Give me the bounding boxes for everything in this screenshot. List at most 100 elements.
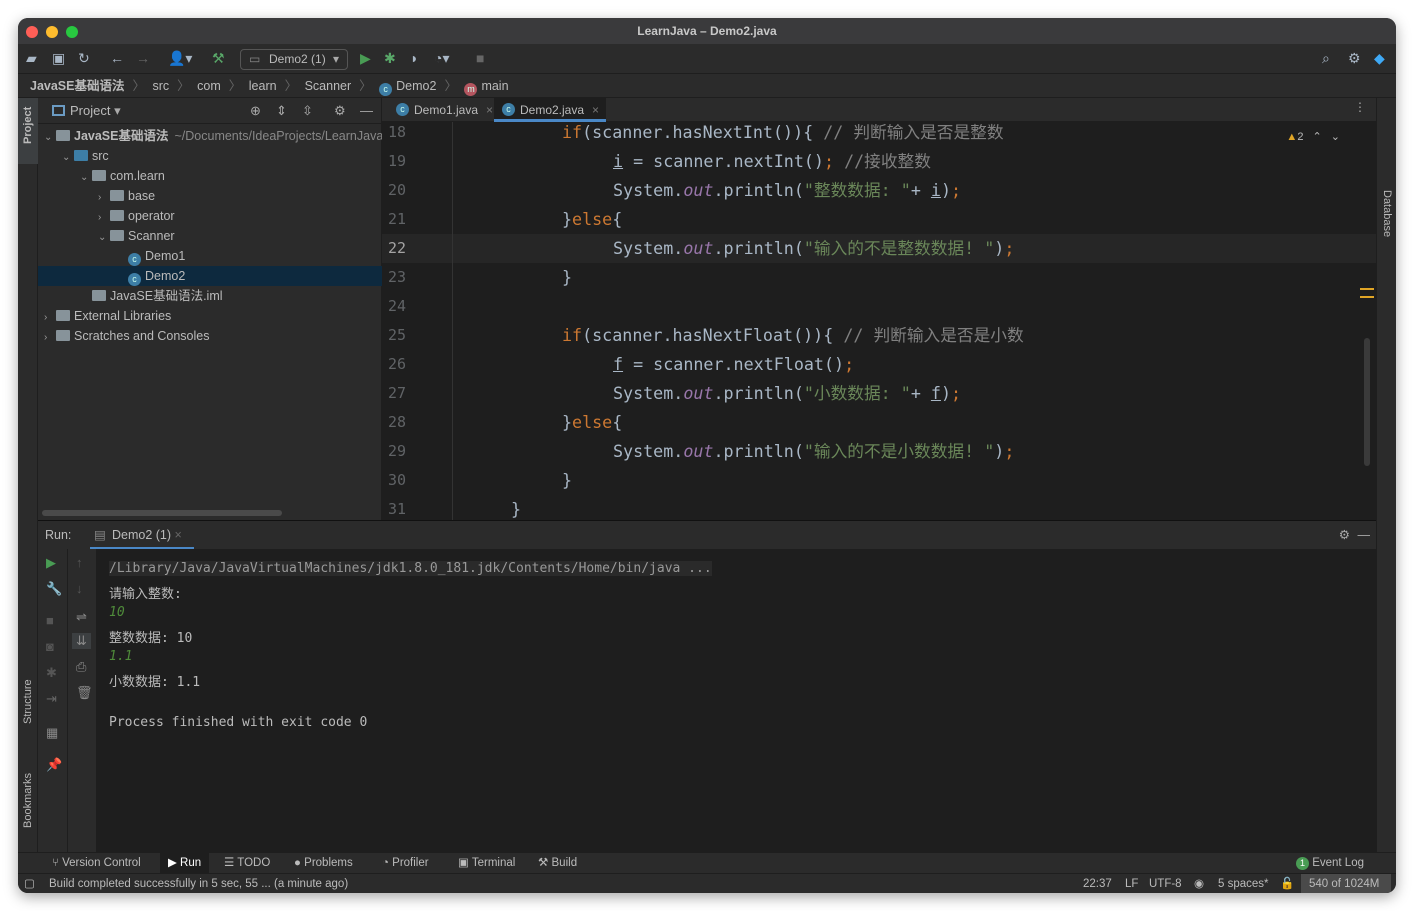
vertical-scrollbar[interactable] [1364,338,1370,466]
code-line[interactable]: 21}else{ [382,205,1376,234]
coverage-icon[interactable]: ◗ [410,50,418,66]
collapse-all-icon[interactable]: ⇳ [302,98,313,124]
file-encoding[interactable]: UTF-8 [1149,874,1182,893]
breadcrumb-item[interactable]: main [481,79,508,93]
back-icon[interactable]: ← [110,50,124,66]
chevron-down-icon[interactable]: ⌄ [80,168,92,188]
eye-icon[interactable]: ◉ [1194,874,1204,893]
tree-item[interactable]: › External Libraries [38,306,382,326]
code-line[interactable]: 26 f = scanner.nextFloat(); [382,350,1376,379]
print-icon[interactable]: ⎙ [76,659,86,675]
minimize-window-button[interactable] [46,26,58,38]
tree-item[interactable]: ⌄ com.learn [38,166,382,186]
chevron-right-icon[interactable]: › [44,308,56,328]
project-view-selector[interactable]: Project [70,103,110,118]
chevron-right-icon[interactable]: › [44,328,56,348]
debug-icon[interactable]: ✱ [384,50,396,67]
tool-build[interactable]: ⚒ Build [538,853,577,874]
next-highlight-icon[interactable]: ⌄ [1331,131,1340,143]
status-message[interactable]: Build completed successfully in 5 sec, 5… [49,874,348,893]
code-line[interactable]: 28}else{ [382,408,1376,437]
tree-item[interactable]: ⌄ JavaSE基础语法 ~/Documents/IdeaProjects/Lear… [38,126,383,148]
indent-setting[interactable]: 5 spaces* [1218,874,1269,893]
lock-icon[interactable]: 🔓 [1280,874,1294,893]
hide-icon[interactable]: — [1358,521,1371,549]
up-icon[interactable]: ↑ [76,555,83,570]
trash-icon[interactable]: 🗑 [76,685,93,701]
horizontal-scrollbar[interactable] [42,510,282,516]
sync-icon[interactable]: ↻ [78,50,90,67]
camera-icon[interactable]: ◙ [46,639,54,654]
breadcrumb-item[interactable]: JavaSE基础语法 [30,79,124,93]
down-icon[interactable]: ↓ [76,581,83,596]
profile-icon[interactable]: ◔▾ [434,50,449,67]
code-line[interactable]: 18 if(scanner.hasNextInt()){ // 判断输入是否是整数 [382,122,1376,147]
tree-item[interactable]: c Demo1 [38,246,382,266]
tree-item[interactable]: ⌄ src [38,146,382,166]
forward-icon[interactable]: → [136,50,150,66]
locate-icon[interactable]: ⊕ [250,98,261,124]
close-tab-icon[interactable]: × [175,528,182,542]
caret-position[interactable]: 22:37 [1083,874,1112,893]
chevron-down-icon[interactable]: ⌄ [44,128,56,148]
chevron-down-icon[interactable]: ⌄ [62,148,74,168]
open-folder-icon[interactable]: ▰ [26,50,37,67]
code-line[interactable]: 23} [382,263,1376,292]
event-log-button[interactable]: 1 Event Log [1296,853,1364,874]
code-line[interactable]: 19 i = scanner.nextInt(); //接收整数 [382,147,1376,176]
tool-run[interactable]: ▶ Run [160,853,210,874]
code-line[interactable]: 31} [382,495,1376,520]
code-line[interactable]: 27 System.out.println("小数数据: "+ f); [382,379,1376,408]
build-hammer-icon[interactable]: ⚒ [212,50,225,67]
chevron-down-icon[interactable]: ⌄ [98,228,110,248]
soft-wrap-icon[interactable]: ⇌ [76,609,87,625]
panel-toggle-icon[interactable]: ▢ [24,874,35,893]
tool-problems[interactable]: ● Problems [294,853,353,874]
stop-icon[interactable]: ■ [46,613,54,628]
run-icon[interactable]: ▶ [360,50,371,67]
gear-icon[interactable]: ⚙ [1339,521,1350,549]
tree-item[interactable]: › base [38,186,382,206]
tree-item[interactable]: JavaSE基础语法.iml [38,286,382,306]
warning-marker[interactable] [1360,288,1374,290]
structure-tool-button[interactable]: Structure [22,679,34,724]
layout-icon[interactable]: ▦ [46,725,58,741]
tool-version-control[interactable]: ⑂ Version Control [52,853,141,874]
line-separator[interactable]: LF [1125,874,1138,893]
vcs-user-icon[interactable]: 👤▾ [168,50,192,67]
warning-marker[interactable] [1360,296,1374,298]
code-line[interactable]: 29 System.out.println("输入的不是小数数据! "); [382,437,1376,466]
code-line[interactable]: 20 System.out.println("整数数据: "+ i); [382,176,1376,205]
tree-item[interactable]: ⌄ Scanner [38,226,382,246]
tree-item[interactable]: c Demo2 [38,266,382,286]
chevron-right-icon[interactable]: › [98,208,110,228]
prev-highlight-icon[interactable]: ⌃ [1313,131,1322,143]
rerun-icon[interactable]: ▶ [46,555,56,571]
tool-profiler[interactable]: ◔ Profiler [382,853,429,874]
expand-all-icon[interactable]: ⇕ [276,98,287,124]
code-line[interactable]: 30} [382,466,1376,495]
gear-icon[interactable]: ⚙ [1348,50,1361,67]
chevron-down-icon[interactable]: ▾ [114,103,121,118]
breadcrumb-item[interactable]: com [197,79,221,93]
breadcrumb-item[interactable]: learn [249,79,277,93]
save-icon[interactable]: ▣ [52,50,65,67]
tab-demo2[interactable]: c Demo2.java × [494,98,606,122]
code-area[interactable]: 18 if(scanner.hasNextInt()){ // 判断输入是否是整数… [382,122,1376,520]
tool-todo[interactable]: ☰ TODO [224,853,270,874]
tool-terminal[interactable]: ▣ Terminal [458,853,515,874]
bookmarks-tool-button[interactable]: Bookmarks [22,773,34,828]
gear-icon[interactable]: ⚙ [334,98,346,124]
hide-icon[interactable]: — [360,98,373,124]
stop-icon[interactable]: ■ [476,50,484,66]
breadcrumb-item[interactable]: src [152,79,169,93]
debug-icon[interactable]: ✱ [46,665,57,681]
tab-demo1[interactable]: c Demo1.java × [388,98,493,122]
run-config-select[interactable]: ▭ Demo2 (1) ▾ [240,49,348,70]
pin-icon[interactable]: 📌 [46,757,62,773]
database-tool-button[interactable]: Database [1381,190,1393,237]
zoom-window-button[interactable] [66,26,78,38]
code-line[interactable]: 24 [382,292,1376,321]
chevron-right-icon[interactable]: › [98,188,110,208]
code-line[interactable]: 22 System.out.println("输入的不是整数数据! "); [382,234,1376,263]
